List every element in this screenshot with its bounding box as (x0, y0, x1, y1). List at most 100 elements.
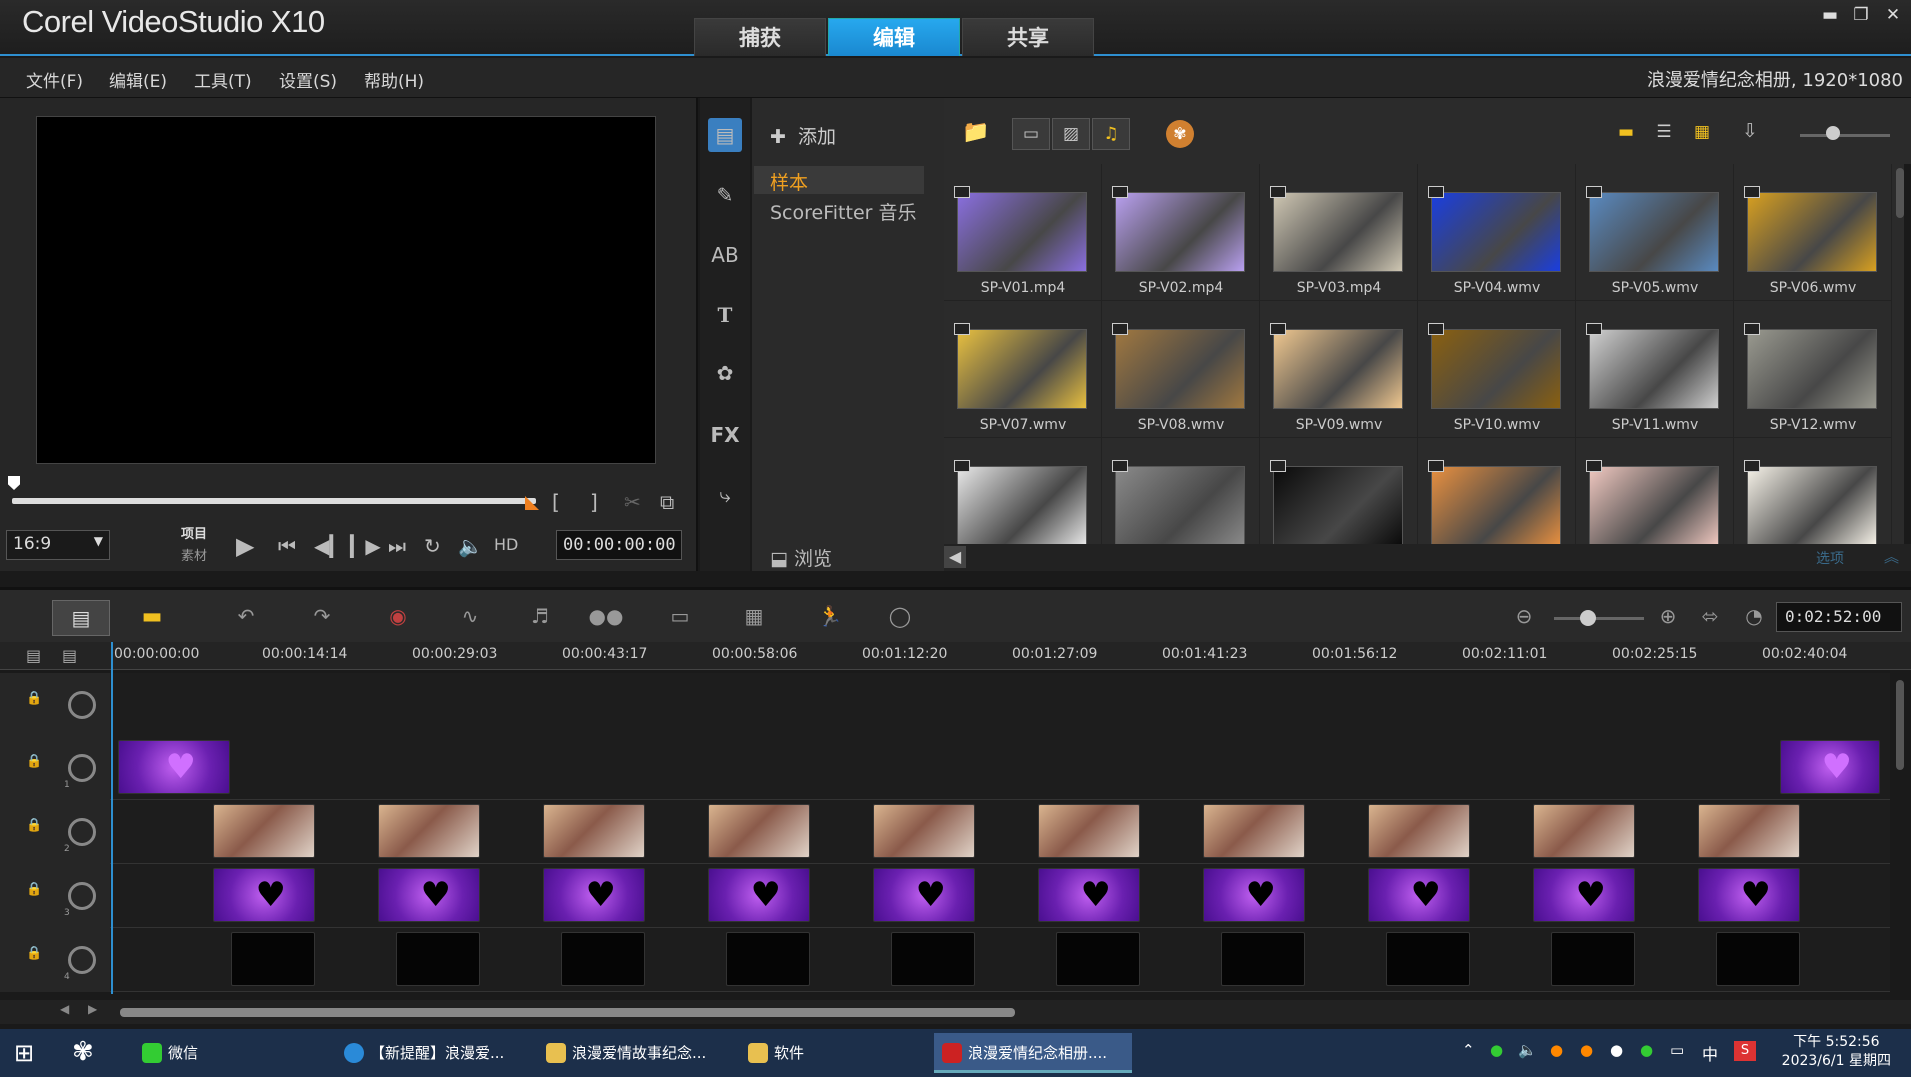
previous-frame-icon[interactable]: ◀▎ (314, 534, 345, 558)
add-folder-button[interactable]: ✚ 添加 (770, 122, 836, 149)
mark-in-icon[interactable]: [ (552, 490, 560, 514)
timeline-clip[interactable]: ♥ (378, 868, 480, 922)
folder-samples[interactable]: 样本 (770, 168, 808, 195)
browse-button[interactable]: ⬓ 浏览 (770, 544, 832, 571)
timeline-view-icon[interactable]: ▬ (126, 600, 178, 636)
zoom-slider[interactable] (1554, 617, 1644, 620)
timeline-clip[interactable]: ♥ (1368, 868, 1470, 922)
taskbar-folder-2[interactable]: 软件 (740, 1033, 930, 1073)
timeline-clip[interactable] (1551, 932, 1635, 986)
sort-icon[interactable]: ⇩ (1736, 120, 1764, 148)
timeline-clip[interactable] (561, 932, 645, 986)
storyboard-view-icon[interactable]: ▤ (52, 600, 110, 636)
show-video-icon[interactable]: ▭ (1012, 118, 1050, 150)
multi-trim-icon[interactable]: ▦ (736, 604, 772, 632)
zoom-out-icon[interactable]: ⊖ (1506, 604, 1542, 632)
chapter-icon[interactable]: ▤ (62, 646, 77, 665)
end-icon[interactable]: ⏭ (388, 534, 406, 558)
tray-expand-icon[interactable]: ⌃ (1462, 1041, 1475, 1059)
tray-network-icon[interactable]: ▭ (1670, 1041, 1684, 1059)
timeline-clip[interactable]: ♥ (118, 740, 230, 794)
menu-settings[interactable]: 设置(S) (279, 67, 337, 92)
timeline-track[interactable]: 1 🔒 ♥ ♥ (0, 736, 1890, 800)
library-item[interactable]: SP-V01.mp4 (944, 164, 1102, 301)
options-chevron-icon[interactable]: ︽ (1884, 546, 1899, 567)
windows-start-icon[interactable]: ⊞ (14, 1039, 34, 1067)
play-icon[interactable]: ▶ (236, 532, 254, 560)
time-remapping-icon[interactable]: 🏃 (812, 604, 848, 632)
thumbnail-size-slider[interactable] (1800, 134, 1890, 137)
track-film-icon[interactable] (68, 882, 96, 910)
thumbnail-size-handle[interactable] (1826, 126, 1840, 140)
transition-icon[interactable]: AB (708, 238, 742, 272)
auto-music-icon[interactable]: ♬ (522, 604, 558, 632)
tray-app-icon[interactable]: ● (1580, 1041, 1593, 1059)
timeline-clip[interactable] (1716, 932, 1800, 986)
cut-icon[interactable]: ✂ (624, 490, 641, 514)
close-icon[interactable]: ✕ (1880, 4, 1906, 26)
timeline-clip[interactable]: ♥ (1203, 868, 1305, 922)
library-item[interactable]: SP-V08.wmv (1102, 301, 1260, 438)
tray-qq-icon[interactable]: ● (1550, 1041, 1563, 1059)
track-film-icon[interactable] (68, 818, 96, 846)
scroll-next-icon[interactable]: ▶ (88, 1002, 97, 1016)
playhead[interactable] (111, 642, 113, 994)
tray-security-icon[interactable]: ● (1610, 1041, 1623, 1059)
minimize-icon[interactable]: ▬ (1817, 4, 1843, 26)
fx-icon[interactable]: FX (708, 418, 742, 452)
timeline-clip[interactable] (231, 932, 315, 986)
scrub-bar[interactable] (12, 498, 536, 504)
repeat-icon[interactable]: ↻ (424, 534, 441, 558)
system-clock[interactable]: 下午 5:52:56 2023/6/1 星期四 (1782, 1033, 1891, 1071)
folder-scorefitter[interactable]: ScoreFitter 音乐 (770, 198, 916, 225)
options-button[interactable]: 选项 (1816, 548, 1844, 568)
grid-view-icon[interactable]: ▦ (1688, 122, 1716, 146)
next-frame-icon[interactable]: ▎▶ (350, 534, 381, 558)
mode-clip[interactable]: 素材 (181, 545, 207, 564)
timeline-ruler[interactable]: ▤ ▤ 00:00:00:00 00:00:14:14 00:00:29:03 … (0, 642, 1911, 670)
duration-icon[interactable]: ◔ (1736, 604, 1772, 632)
graphics-icon[interactable]: ✿ (708, 356, 742, 390)
mark-out-icon[interactable]: ] (590, 490, 598, 514)
sogou-input-icon[interactable]: S (1734, 1041, 1756, 1061)
timeline-clip[interactable]: ♥ (1780, 740, 1880, 794)
library-item[interactable] (1576, 438, 1734, 544)
timeline-clip[interactable] (1533, 804, 1635, 858)
scroll-prev-icon[interactable]: ◀ (60, 1002, 69, 1016)
timeline-clip[interactable]: ♥ (213, 868, 315, 922)
library-scrollbar[interactable] (1896, 168, 1904, 218)
menu-edit[interactable]: 编辑(E) (109, 67, 167, 92)
zoom-handle[interactable] (1580, 610, 1596, 626)
library-item[interactable] (1102, 438, 1260, 544)
maximize-icon[interactable]: ❐ (1848, 4, 1874, 26)
fit-project-icon[interactable]: ⬄ (1692, 604, 1728, 632)
taskbar-wechat[interactable]: 微信 (134, 1033, 324, 1073)
timeline-clip[interactable] (1368, 804, 1470, 858)
library-item[interactable]: SP-V05.wmv (1576, 164, 1734, 301)
zoom-in-icon[interactable]: ⊕ (1650, 604, 1686, 632)
timeline-clip[interactable]: ♥ (873, 868, 975, 922)
horizontal-scrollbar[interactable] (120, 1008, 1015, 1017)
library-item[interactable]: SP-V09.wmv (1260, 301, 1418, 438)
menu-tools[interactable]: 工具(T) (194, 67, 252, 92)
ime-indicator[interactable]: 中 (1702, 1041, 1718, 1065)
menu-file[interactable]: 文件(F) (26, 67, 83, 92)
mask-creator-icon[interactable]: ◯ (882, 604, 918, 632)
library-item[interactable] (1734, 438, 1892, 544)
folder-open-icon[interactable]: 📁 (962, 120, 989, 145)
timeline-clip[interactable] (1386, 932, 1470, 986)
motion-path-icon[interactable]: ⤷ (708, 478, 742, 512)
timeline-clip[interactable] (726, 932, 810, 986)
undo-icon[interactable]: ↶ (228, 604, 264, 632)
timeline-track[interactable]: 🔒 (0, 673, 1890, 737)
library-item[interactable]: SP-V04.wmv (1418, 164, 1576, 301)
timeline-clip[interactable] (1038, 804, 1140, 858)
library-item[interactable] (944, 438, 1102, 544)
tray-wechat-icon[interactable]: ● (1490, 1041, 1503, 1059)
media-icon[interactable]: ▤ (708, 118, 742, 152)
library-item[interactable] (1418, 438, 1576, 544)
mode-project[interactable]: 项目 (181, 523, 207, 542)
library-item[interactable]: SP-V06.wmv (1734, 164, 1892, 301)
timeline-clip[interactable] (1203, 804, 1305, 858)
taskbar-browser[interactable]: 【新提醒】浪漫爱... (336, 1033, 526, 1073)
